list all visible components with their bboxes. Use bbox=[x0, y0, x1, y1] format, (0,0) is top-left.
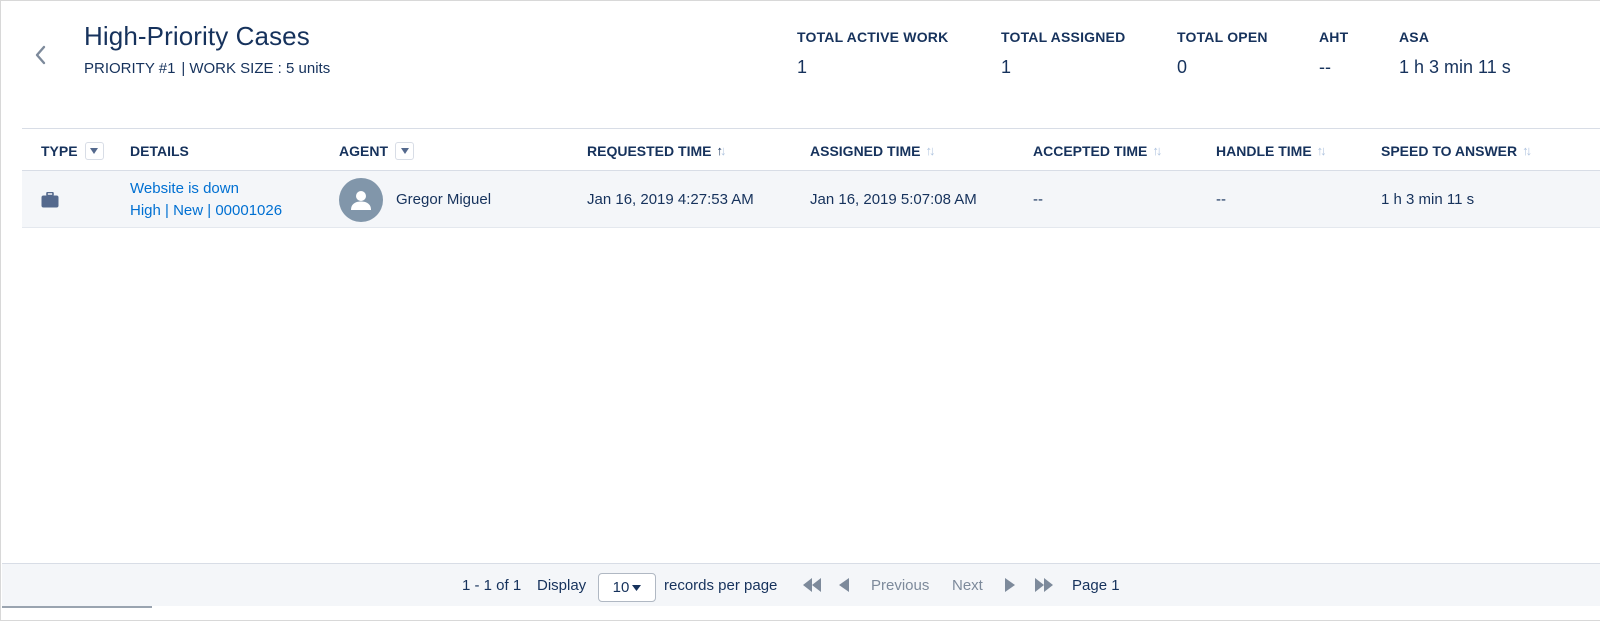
avatar bbox=[339, 177, 383, 222]
next-button[interactable]: Next bbox=[952, 564, 983, 607]
page-size-select[interactable]: 10 bbox=[598, 573, 656, 602]
sort-arrows-icon[interactable]: ↑↓ bbox=[1152, 143, 1162, 158]
column-header-accepted-time[interactable]: ACCEPTED TIME ↑↓ bbox=[1033, 129, 1162, 172]
stat-value: 0 bbox=[1177, 57, 1188, 77]
column-label: DETAILS bbox=[130, 142, 189, 159]
handle-time-cell: -- bbox=[1216, 191, 1226, 208]
work-items-table: TYPE DETAILS AGENT REQUESTED TIME ↑↓ ASS… bbox=[22, 128, 1600, 228]
dashboard-panel: High-Priority Cases PRIORITY #1 | WORK SIZ… bbox=[0, 0, 1600, 621]
type-cell bbox=[41, 171, 59, 228]
caret-down-icon bbox=[632, 584, 642, 591]
column-header-type[interactable]: TYPE bbox=[41, 129, 104, 172]
triangle-left-icon bbox=[839, 578, 849, 592]
agent-filter-button[interactable] bbox=[395, 141, 414, 160]
scrollbar-thumb[interactable] bbox=[2, 606, 152, 608]
last-page-button[interactable] bbox=[1034, 578, 1054, 592]
case-meta-link[interactable]: High | New | 00001026 bbox=[130, 200, 282, 222]
table-row[interactable]: Website is down High | New | 00001026 Gr… bbox=[22, 171, 1600, 228]
pagination-bar: 1 - 1 of 1 Display 10 records per page P… bbox=[2, 563, 1600, 606]
double-chevron-left-icon bbox=[803, 578, 821, 592]
column-label: HANDLE TIME bbox=[1216, 142, 1312, 159]
assigned-time-cell: Jan 16, 2019 5:07:08 AM bbox=[810, 191, 977, 208]
stat-value: 1 h 3 min 11 s bbox=[1399, 57, 1511, 77]
stat-asa: ASA 1 h 3 min 11 s bbox=[1399, 29, 1511, 78]
speed-to-answer-cell: 1 h 3 min 11 s bbox=[1381, 191, 1475, 208]
stat-label: TOTAL ASSIGNED bbox=[1001, 29, 1126, 45]
stat-total-open: TOTAL OPEN 0 bbox=[1177, 29, 1268, 78]
triangle-right-icon bbox=[1005, 578, 1015, 592]
stat-value: -- bbox=[1319, 57, 1331, 77]
sort-arrows-icon[interactable]: ↑↓ bbox=[1522, 143, 1532, 158]
agent-cell: Gregor Miguel bbox=[339, 171, 491, 228]
next-arrow-button[interactable] bbox=[1005, 578, 1016, 592]
stat-total-active-work: TOTAL ACTIVE WORK 1 bbox=[797, 29, 948, 78]
requested-time-cell: Jan 16, 2019 4:27:53 AM bbox=[587, 191, 754, 208]
double-chevron-right-icon bbox=[1035, 578, 1053, 592]
caret-down-icon bbox=[400, 147, 409, 154]
previous-button[interactable]: Previous bbox=[871, 564, 929, 607]
priority-label: PRIORITY #1 bbox=[84, 60, 176, 77]
user-avatar-icon bbox=[351, 190, 371, 210]
column-label: TYPE bbox=[41, 142, 78, 159]
per-page-label: records per page bbox=[664, 577, 778, 594]
column-label: REQUESTED TIME bbox=[587, 142, 712, 159]
stat-label: AHT bbox=[1319, 29, 1349, 45]
stat-value: 1 bbox=[1001, 57, 1012, 77]
chevron-left-icon bbox=[35, 45, 46, 65]
column-label: AGENT bbox=[339, 142, 388, 159]
column-header-agent[interactable]: AGENT bbox=[339, 129, 414, 172]
record-range: 1 - 1 of 1 bbox=[462, 577, 522, 594]
stat-value: 1 bbox=[797, 57, 808, 77]
table-header: TYPE DETAILS AGENT REQUESTED TIME ↑↓ ASS… bbox=[22, 128, 1600, 171]
page-size-value: 10 bbox=[612, 579, 630, 596]
agent-name: Gregor Miguel bbox=[396, 191, 492, 208]
stat-label: TOTAL OPEN bbox=[1177, 29, 1268, 45]
column-header-speed-to-answer[interactable]: SPEED TO ANSWER ↑↓ bbox=[1381, 129, 1532, 172]
stat-label: TOTAL ACTIVE WORK bbox=[797, 29, 949, 45]
type-filter-button[interactable] bbox=[84, 141, 104, 160]
briefcase-icon bbox=[41, 191, 59, 207]
work-size-label: WORK SIZE : 5 units bbox=[189, 60, 331, 77]
case-title-link[interactable]: Website is down bbox=[130, 178, 239, 200]
previous-arrow-button[interactable] bbox=[838, 578, 849, 592]
column-label: SPEED TO ANSWER bbox=[1381, 142, 1518, 159]
subtitle-separator: | bbox=[181, 60, 186, 77]
sort-arrows-icon[interactable]: ↑↓ bbox=[925, 143, 935, 158]
caret-down-icon bbox=[90, 147, 99, 154]
column-header-assigned-time[interactable]: ASSIGNED TIME ↑↓ bbox=[810, 129, 935, 172]
column-label: ACCEPTED TIME bbox=[1033, 142, 1148, 159]
stat-total-assigned: TOTAL ASSIGNED 1 bbox=[1001, 29, 1125, 78]
column-label: ASSIGNED TIME bbox=[810, 142, 921, 159]
column-header-handle-time[interactable]: HANDLE TIME ↑↓ bbox=[1216, 129, 1327, 172]
page-title: High-Priority Cases bbox=[84, 21, 310, 51]
sort-arrows-icon[interactable]: ↑↓ bbox=[1317, 143, 1327, 158]
display-label: Display bbox=[537, 577, 587, 594]
stat-label: ASA bbox=[1399, 29, 1430, 45]
column-header-details: DETAILS bbox=[130, 129, 189, 172]
back-button[interactable] bbox=[29, 41, 51, 69]
stat-aht: AHT -- bbox=[1319, 29, 1348, 78]
accepted-time-cell: -- bbox=[1033, 191, 1043, 208]
page-subtitle: PRIORITY #1 | WORK SIZE : 5 units bbox=[84, 60, 330, 77]
sort-arrows-icon[interactable]: ↑↓ bbox=[716, 143, 726, 158]
details-cell: Website is down High | New | 00001026 bbox=[130, 171, 282, 228]
page-indicator: Page 1 bbox=[1072, 577, 1120, 594]
column-header-requested-time[interactable]: REQUESTED TIME ↑↓ bbox=[587, 129, 726, 172]
first-page-button[interactable] bbox=[802, 578, 822, 592]
